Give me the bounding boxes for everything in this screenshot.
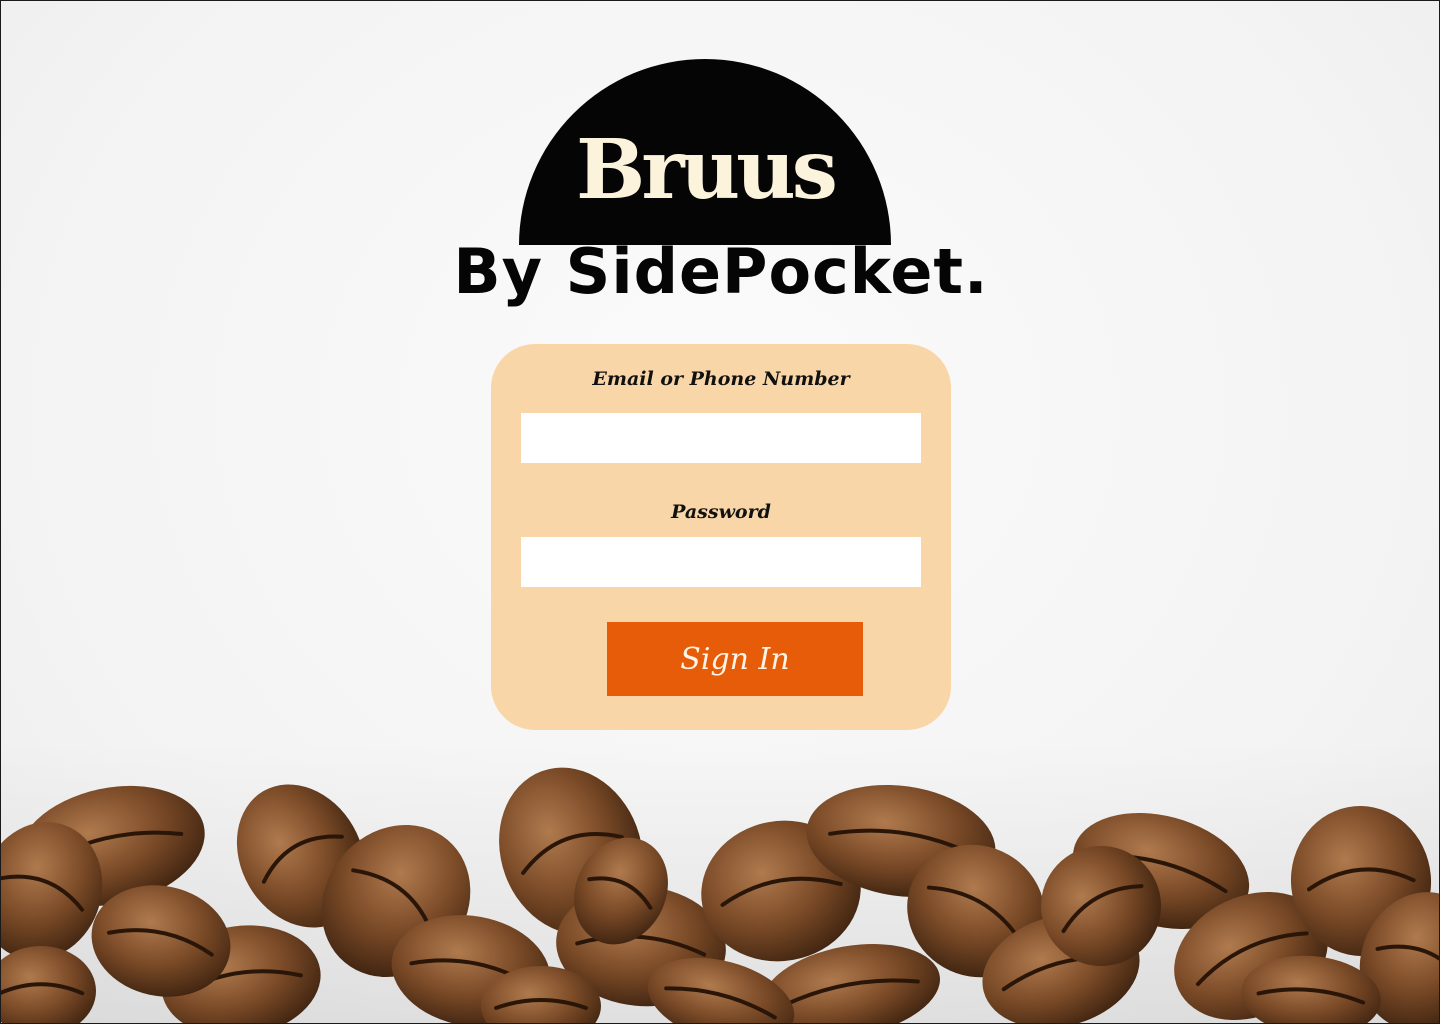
- coffee-beans-image: [1, 741, 1439, 1023]
- email-label: Email or Phone Number: [592, 368, 850, 390]
- email-field[interactable]: [521, 413, 921, 463]
- password-field[interactable]: [521, 537, 921, 587]
- password-label: Password: [671, 501, 771, 523]
- brand-logo-wordmark: Bruus: [576, 122, 838, 218]
- login-screen: Bruus By SidePocket. Email or Phone Numb…: [0, 0, 1440, 1024]
- brand-byline: By SidePocket.: [453, 235, 989, 308]
- login-card: Email or Phone Number Password Sign In: [491, 344, 951, 730]
- sign-in-button[interactable]: Sign In: [607, 622, 863, 696]
